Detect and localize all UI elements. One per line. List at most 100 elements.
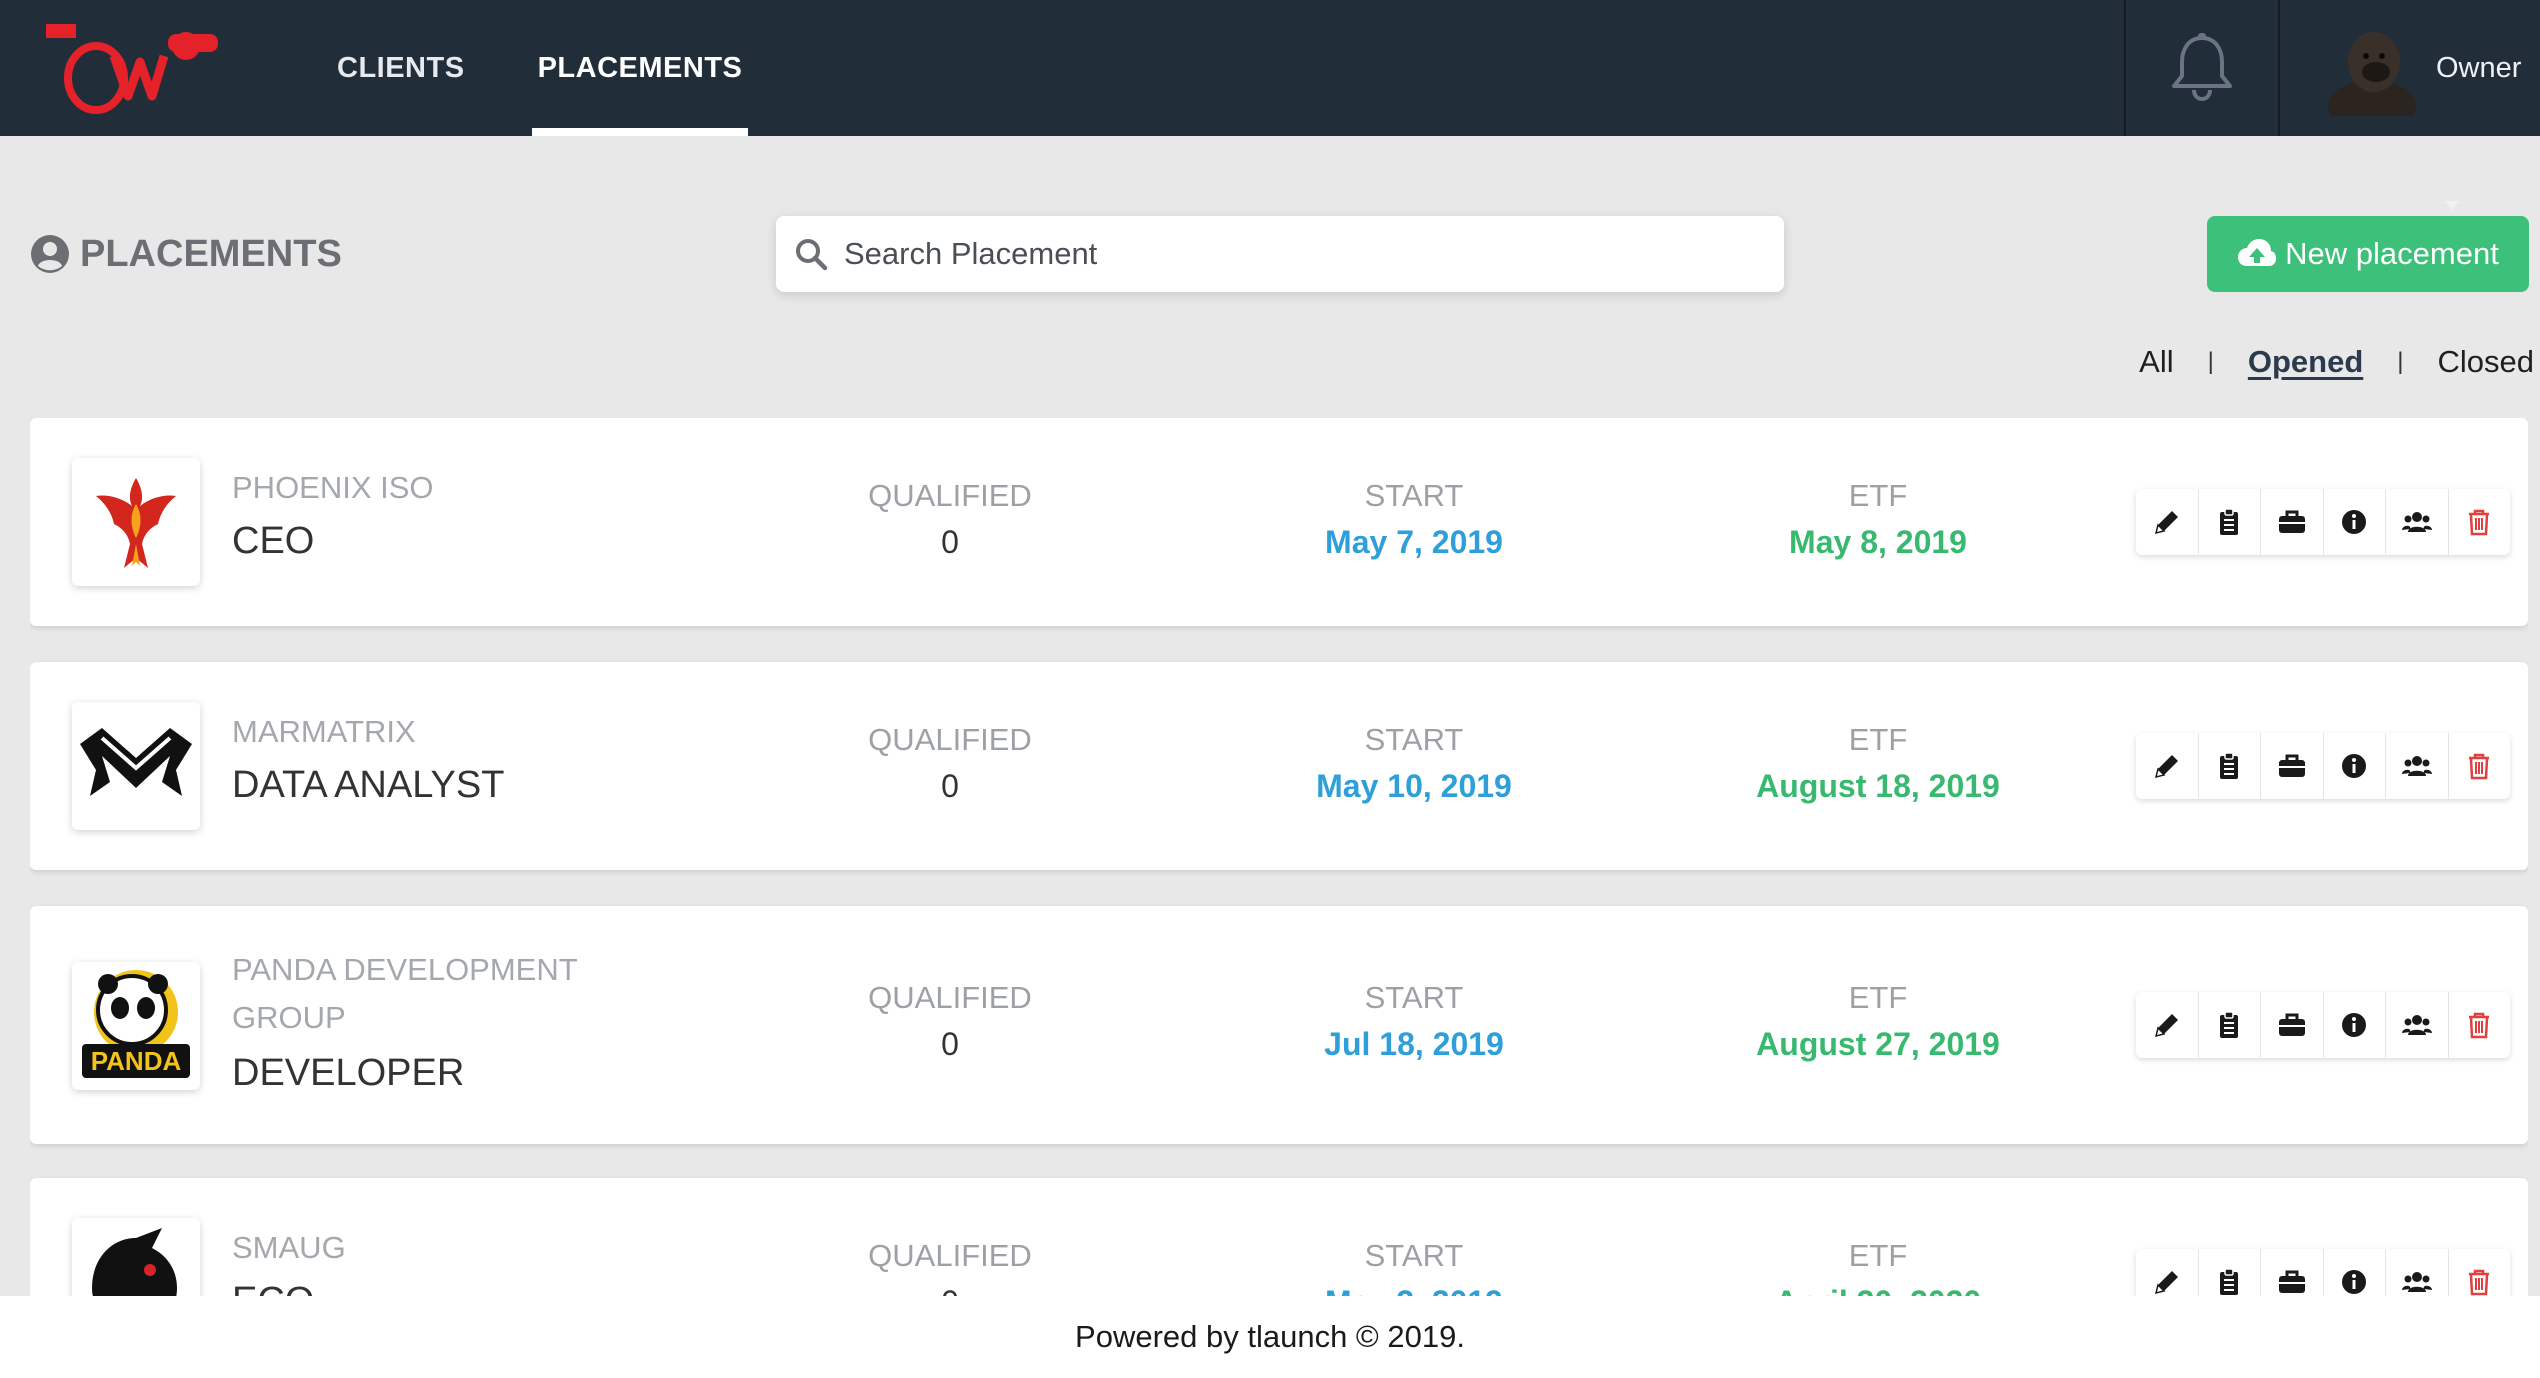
- client-logo-smaug: [72, 1218, 200, 1296]
- start-date: Jul 18, 2019: [1324, 1026, 1504, 1062]
- clipboard-button[interactable]: [2199, 992, 2261, 1058]
- bell-icon[interactable]: [2168, 32, 2236, 102]
- filter-closed[interactable]: Closed: [2438, 344, 2535, 380]
- users-icon: [2401, 512, 2432, 532]
- clipboard-icon: [2220, 508, 2239, 535]
- client-name: PANDA DEVELOPMENT GROUP: [232, 952, 578, 1035]
- nav-placements[interactable]: PLACEMENTS: [532, 0, 748, 136]
- info-button[interactable]: [2324, 992, 2386, 1058]
- filter-opened[interactable]: Opened: [2248, 344, 2363, 380]
- search-input[interactable]: [844, 236, 1744, 272]
- top-navbar: CLIENTS PLACEMENTS Owner: [0, 0, 2540, 210]
- candidates-button[interactable]: [2386, 733, 2449, 799]
- users-icon: [2401, 1015, 2432, 1035]
- cloud-upload-icon: [2238, 239, 2277, 266]
- qualified-value: 0: [780, 1284, 1120, 1296]
- etf-date: August 18, 2019: [1756, 768, 2000, 804]
- start-label: START: [1364, 1238, 1464, 1273]
- search-box[interactable]: [776, 216, 1784, 292]
- qualified-column: QUALIFIED 0: [780, 478, 1120, 561]
- placements-list: PHOENIX ISO CEO QUALIFIED 0 START May 7,…: [30, 418, 2528, 1296]
- etf-date: May 8, 2019: [1789, 524, 1967, 560]
- nav-divider: [2278, 0, 2280, 136]
- info-icon: [2342, 510, 2367, 534]
- start-label: START: [1364, 722, 1464, 757]
- clipboard-button[interactable]: [2199, 489, 2261, 555]
- nav-clients[interactable]: CLIENTS: [337, 0, 465, 136]
- qualified-value: 0: [941, 768, 959, 804]
- etf-column: ETF August 18, 2019: [1708, 722, 2048, 805]
- start-date: May 10, 2019: [1316, 768, 1512, 804]
- clipboard-button[interactable]: [2199, 733, 2261, 799]
- start-column: START May 10, 2019: [1244, 722, 1584, 805]
- footer: Powered by tlaunch © 2019.: [0, 1296, 2540, 1378]
- candidates-button[interactable]: [2386, 992, 2449, 1058]
- briefcase-button[interactable]: [2261, 1249, 2324, 1296]
- edit-button[interactable]: [2136, 489, 2199, 555]
- info-icon: [2342, 1013, 2367, 1037]
- placement-actions: [2136, 992, 2510, 1058]
- placement-role: CEO: [232, 520, 315, 562]
- client-logo-phoenix: [72, 458, 200, 586]
- user-menu[interactable]: Owner: [2436, 0, 2540, 210]
- edit-button[interactable]: [2136, 992, 2199, 1058]
- briefcase-button[interactable]: [2261, 992, 2324, 1058]
- page-title: PLACEMENTS: [30, 230, 342, 278]
- trash-icon: [2469, 1269, 2490, 1296]
- monkees-logo[interactable]: [36, 16, 226, 120]
- client-logo-marmatrix: [72, 702, 200, 830]
- trash-icon: [2469, 509, 2490, 536]
- qualified-label: QUALIFIED: [868, 1238, 1032, 1273]
- placement-card[interactable]: MARMATRIX DATA ANALYST QUALIFIED 0 START…: [30, 662, 2528, 870]
- candidates-button[interactable]: [2386, 489, 2449, 555]
- new-placement-label: New placement: [2285, 236, 2499, 271]
- qualified-column: QUALIFIED 0: [780, 1238, 1120, 1296]
- trash-icon: [2469, 1012, 2490, 1039]
- page-title-text: PLACEMENTS: [80, 232, 342, 275]
- client-name: PHOENIX ISO: [232, 470, 434, 505]
- trash-icon: [2469, 753, 2490, 780]
- user-name: Owner: [2436, 52, 2522, 84]
- delete-button[interactable]: [2449, 489, 2511, 555]
- client-name: SMAUG: [232, 1230, 346, 1265]
- qualified-label: QUALIFIED: [868, 980, 1032, 1015]
- pencil-icon: [2154, 755, 2178, 779]
- delete-button[interactable]: [2449, 992, 2511, 1058]
- new-placement-button[interactable]: New placement: [2207, 216, 2529, 292]
- search-icon: [796, 239, 828, 271]
- start-column: START May 7, 2019: [1244, 478, 1584, 561]
- users-icon: [2401, 1272, 2432, 1292]
- etf-date: August 27, 2019: [1756, 1026, 2000, 1062]
- clipboard-button[interactable]: [2199, 1249, 2261, 1296]
- placement-card[interactable]: SMAUG ECO QUALIFIED 0 START May 2, 2019 …: [30, 1178, 2528, 1296]
- info-button[interactable]: [2324, 1249, 2386, 1296]
- briefcase-button[interactable]: [2261, 489, 2324, 555]
- filter-all[interactable]: All: [2139, 344, 2173, 380]
- edit-button[interactable]: [2136, 733, 2199, 799]
- placement-actions: [2136, 489, 2510, 555]
- qualified-value: 0: [941, 524, 959, 560]
- delete-button[interactable]: [2449, 1249, 2511, 1296]
- briefcase-button[interactable]: [2261, 733, 2324, 799]
- placement-card[interactable]: PHOENIX ISO CEO QUALIFIED 0 START May 7,…: [30, 418, 2528, 626]
- briefcase-icon: [2278, 754, 2305, 777]
- qualified-column: QUALIFIED 0: [780, 980, 1120, 1063]
- pencil-icon: [2154, 1014, 2178, 1038]
- edit-button[interactable]: [2136, 1249, 2199, 1296]
- candidates-button[interactable]: [2386, 1249, 2449, 1296]
- placement-card[interactable]: PANDA PANDA DEVELOPMENT GROUP DEVELOPER …: [30, 906, 2528, 1144]
- info-icon: [2342, 1270, 2367, 1294]
- info-button[interactable]: [2324, 489, 2386, 555]
- client-name: MARMATRIX: [232, 714, 416, 749]
- pencil-icon: [2154, 511, 2178, 535]
- start-date: May 7, 2019: [1325, 524, 1503, 560]
- start-column: START May 2, 2019: [1244, 1238, 1584, 1296]
- users-icon: [2401, 756, 2432, 776]
- placement-role: DATA ANALYST: [232, 764, 505, 806]
- briefcase-icon: [2278, 510, 2305, 533]
- delete-button[interactable]: [2449, 733, 2511, 799]
- info-button[interactable]: [2324, 733, 2386, 799]
- etf-label: ETF: [1848, 722, 1908, 757]
- avatar[interactable]: [2324, 20, 2420, 116]
- info-icon: [2342, 754, 2367, 778]
